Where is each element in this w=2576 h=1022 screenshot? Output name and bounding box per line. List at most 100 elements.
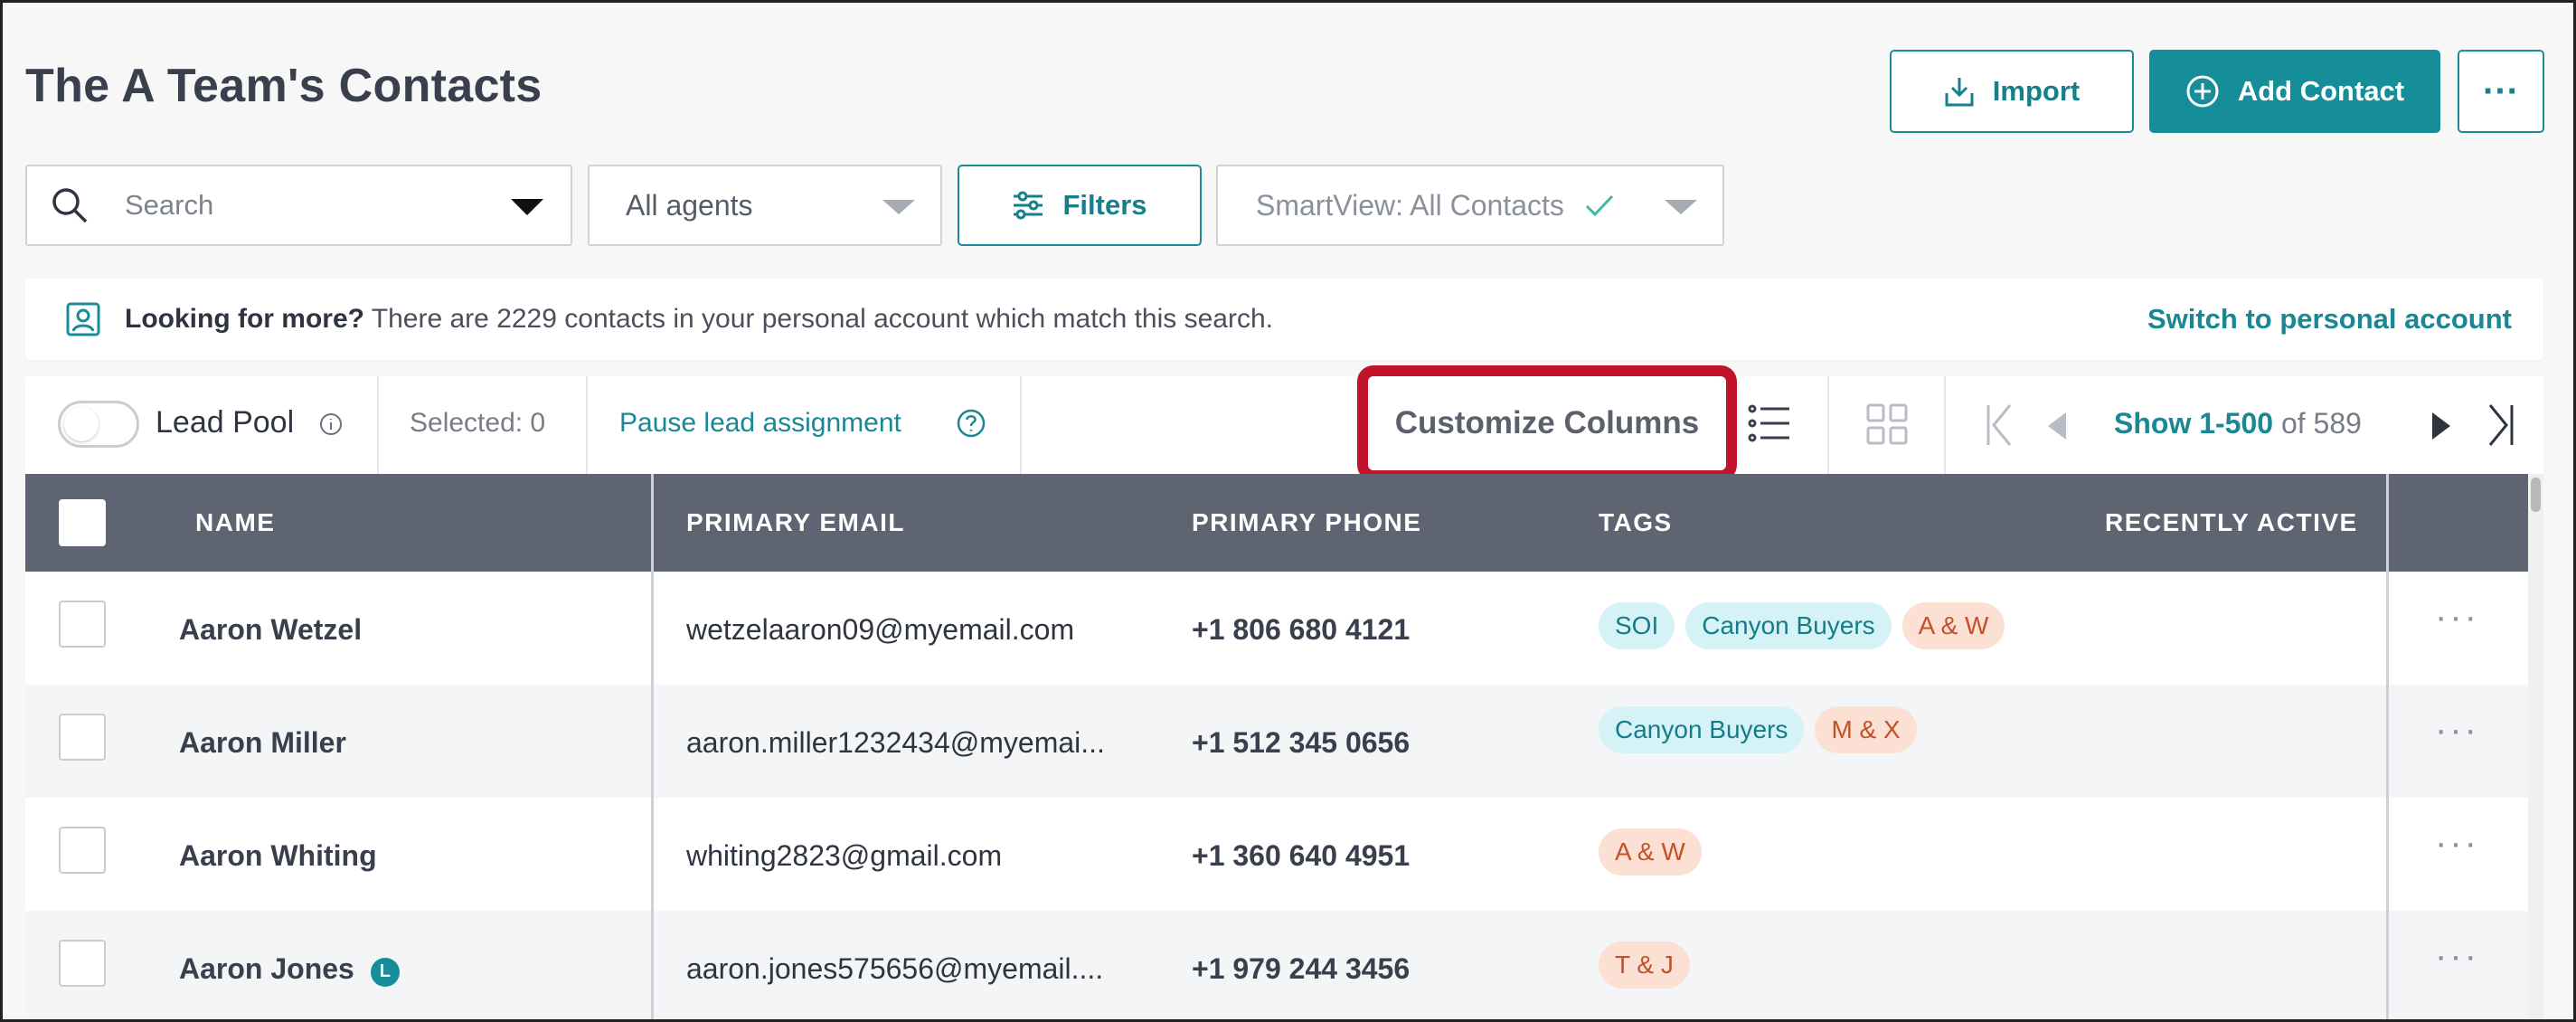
more-actions-button[interactable]: ··· (2458, 50, 2544, 133)
row-more-icon[interactable]: ··· (2435, 597, 2479, 638)
agents-dropdown-value: All agents (626, 188, 753, 222)
column-divider[interactable] (651, 474, 654, 1019)
tag[interactable]: T & J (1599, 942, 1690, 989)
contact-phone[interactable]: +1 979 244 3456 (1192, 952, 1410, 986)
filters-button[interactable]: Filters (958, 165, 1202, 246)
search-input[interactable] (125, 189, 486, 222)
lead-pool-label: Lead Pool (156, 405, 295, 440)
contact-name[interactable]: Aaron Wetzel (179, 613, 362, 647)
smartview-dropdown-value: SmartView: All Contacts (1256, 188, 1564, 222)
filters-icon (1014, 191, 1043, 220)
table-row[interactable]: Aaron Jones L aaron.jones575656@myemail..… (25, 911, 2528, 1019)
contact-phone[interactable]: +1 360 640 4951 (1192, 839, 1410, 873)
pagination-total: of 589 (2280, 407, 2362, 440)
next-page-icon[interactable] (2430, 411, 2452, 441)
plus-circle-icon (2186, 75, 2219, 108)
smartview-dropdown[interactable]: SmartView: All Contacts (1216, 165, 1724, 246)
lead-badge: L (370, 957, 400, 987)
search-dropdown-caret[interactable] (511, 199, 543, 215)
import-label: Import (1992, 75, 2081, 107)
table-scrollbar[interactable] (2528, 474, 2543, 1019)
contact-tags: SOI Canyon Buyers A & W (1599, 602, 2005, 649)
help-icon[interactable] (956, 408, 986, 439)
page-title: The A Team's Contacts (25, 60, 543, 112)
contact-name-text: Aaron Jones (179, 952, 354, 985)
scrollbar-thumb[interactable] (2531, 478, 2541, 512)
grid-view-icon[interactable] (1866, 403, 1908, 445)
tag[interactable]: SOI (1599, 602, 1675, 649)
contact-tags: T & J (1599, 942, 1690, 989)
import-button[interactable]: Import (1890, 50, 2134, 133)
tag[interactable]: Canyon Buyers (1685, 602, 1892, 649)
contact-email[interactable]: whiting2823@gmail.com (686, 839, 1002, 873)
row-checkbox[interactable] (59, 601, 106, 648)
column-header-phone[interactable]: PRIMARY PHONE (1192, 508, 1421, 537)
contact-tags: Canyon Buyers M & X (1599, 706, 1917, 753)
banner-message-bold: Looking for more? (125, 304, 364, 334)
contact-tags: A & W (1599, 828, 1702, 875)
prev-page-icon[interactable] (2046, 411, 2068, 441)
select-all-checkbox[interactable] (59, 499, 106, 546)
table-toolbar: Lead Pool Selected: 0 Pause lead assignm… (25, 365, 2543, 481)
search-icon (52, 188, 88, 223)
contact-email[interactable]: aaron.jones575656@myemail.... (686, 952, 1103, 986)
contact-phone[interactable]: +1 806 680 4121 (1192, 613, 1410, 647)
contact-email[interactable]: aaron.miller1232434@myemai... (686, 726, 1105, 760)
tag[interactable]: A & W (1901, 602, 2005, 649)
tag[interactable]: M & X (1815, 706, 1917, 753)
personal-account-banner: Looking for more? There are 2229 contact… (25, 279, 2543, 360)
chevron-down-icon (882, 200, 915, 214)
column-divider[interactable] (2386, 474, 2389, 1019)
column-header-recently-active[interactable]: RECENTLY ACTIVE (2105, 508, 2358, 537)
add-contact-label: Add Contact (2237, 75, 2405, 107)
more-icon: ··· (2483, 71, 2519, 111)
contact-phone[interactable]: +1 512 345 0656 (1192, 726, 1410, 760)
lead-pool-toggle[interactable] (58, 401, 139, 448)
pagination-label: Show 1-500 of 589 (2114, 407, 2362, 440)
banner-message-text: There are 2229 contacts in your personal… (364, 304, 1273, 334)
contact-card-icon (66, 302, 100, 336)
toolbar-divider (1827, 376, 1829, 474)
toolbar-divider (377, 376, 379, 474)
row-more-icon[interactable]: ··· (2435, 710, 2479, 751)
row-more-icon[interactable]: ··· (2435, 823, 2479, 864)
contact-name[interactable]: Aaron Jones L (179, 952, 400, 987)
tag[interactable]: A & W (1599, 828, 1702, 875)
contact-name[interactable]: Aaron Miller (179, 726, 346, 760)
toolbar-divider (586, 376, 588, 474)
contact-email[interactable]: wetzelaaron09@myemail.com (686, 613, 1074, 647)
row-checkbox[interactable] (59, 714, 106, 761)
pagination-range: Show 1-500 (2114, 407, 2274, 440)
table-row[interactable]: Aaron Whiting whiting2823@gmail.com +1 3… (25, 798, 2528, 911)
pause-lead-assignment-link[interactable]: Pause lead assignment (619, 408, 901, 439)
search-box[interactable] (25, 165, 572, 246)
add-contact-button[interactable]: Add Contact (2149, 50, 2440, 133)
contact-name[interactable]: Aaron Whiting (179, 839, 377, 873)
agents-dropdown[interactable]: All agents (588, 165, 942, 246)
import-icon (1945, 78, 1974, 107)
table-header: NAME PRIMARY EMAIL PRIMARY PHONE TAGS RE… (25, 474, 2528, 572)
column-header-tags[interactable]: TAGS (1599, 508, 1673, 537)
customize-columns-label: Customize Columns (1394, 405, 1700, 440)
customize-columns-button[interactable]: Customize Columns (1357, 365, 1737, 481)
tag[interactable]: Canyon Buyers (1599, 706, 1805, 753)
column-header-email[interactable]: PRIMARY EMAIL (686, 508, 905, 537)
table-row[interactable]: Aaron Miller aaron.miller1232434@myemai.… (25, 685, 2528, 798)
check-icon (1585, 194, 1613, 217)
switch-account-link[interactable]: Switch to personal account (2147, 303, 2512, 336)
app-frame: The A Team's Contacts Import Add Contact… (0, 0, 2576, 1022)
column-header-name[interactable]: NAME (195, 508, 275, 537)
row-more-icon[interactable]: ··· (2435, 936, 2479, 977)
toolbar-divider (1020, 376, 1022, 474)
table-row[interactable]: Aaron Wetzel wetzelaaron09@myemail.com +… (25, 572, 2528, 685)
row-checkbox[interactable] (59, 827, 106, 874)
info-icon[interactable] (319, 412, 343, 436)
banner-message: Looking for more? There are 2229 contact… (125, 304, 1273, 335)
chevron-down-icon (1665, 200, 1697, 214)
toolbar-divider (1944, 376, 1946, 474)
filters-label: Filters (1062, 189, 1147, 221)
row-checkbox[interactable] (59, 940, 106, 987)
first-page-icon[interactable] (1985, 403, 2014, 447)
list-view-icon[interactable] (1748, 403, 1791, 443)
last-page-icon[interactable] (2486, 403, 2515, 447)
